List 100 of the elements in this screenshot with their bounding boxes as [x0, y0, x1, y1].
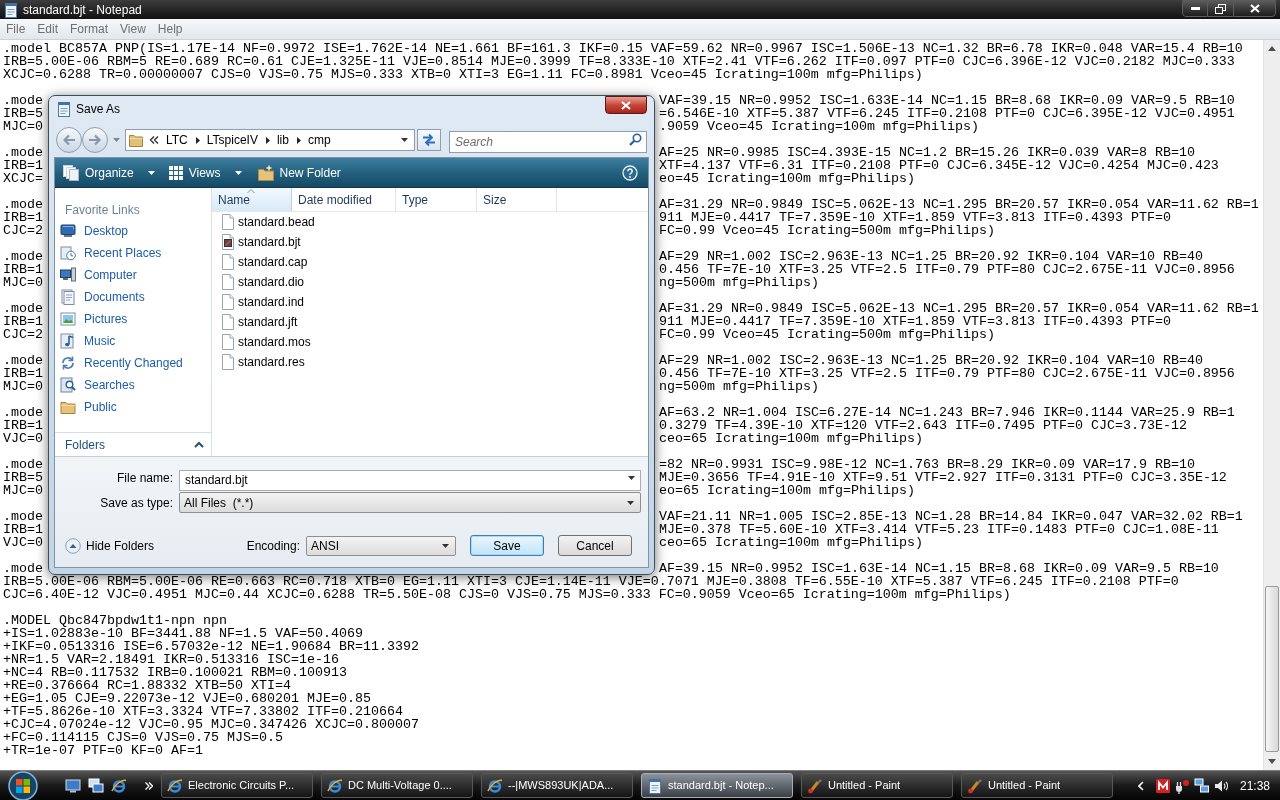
code-text: +FC=0.114115 CJS=0 VJS=0.75 MJS=0.5: [3, 731, 283, 744]
taskbar-button[interactable]: Untitled - Paint: [961, 773, 1113, 798]
help-icon[interactable]: [622, 164, 638, 181]
list-item[interactable]: standard.cap: [212, 252, 648, 272]
document-page-icon: [222, 294, 234, 310]
list-item[interactable]: standard.bjt: [212, 232, 648, 252]
scrollbar-thumb[interactable]: [1265, 586, 1279, 752]
browser-icon[interactable]: [111, 777, 127, 794]
nav-link[interactable]: Recent Places: [55, 242, 211, 264]
code-text: CJC=6.40E-12 VJC=0.4951 MJC=0.44 XCJC=0.6288 TR=5.50E-08 CJS=0 VJS=0.75 MJS=0.333 FC=0.9059 Vceo=65 Icrating=100m mfg=Philips): [3, 588, 1011, 601]
nav-link[interactable]: Pictures: [55, 308, 211, 330]
search-field[interactable]: Search: [449, 131, 647, 153]
code-text: 911 MJE=0.4417 TF=7.359E-10 XTF=1.859 VTF=3.813 ITF=0.4393 PTF=0: [659, 315, 1171, 328]
breadcrumb-arrow-icon[interactable]: [195, 136, 200, 144]
double-chevron-icon[interactable]: [149, 136, 159, 144]
nav-link[interactable]: Recently Changed: [55, 352, 211, 374]
show-desktop-icon[interactable]: [65, 777, 81, 794]
close-icon: [1249, 4, 1260, 13]
code-text: .mode: [3, 302, 43, 315]
hide-folders-button[interactable]: Hide Folders: [65, 536, 155, 555]
menu-item[interactable]: Format: [64, 21, 115, 37]
code-text: VJC=0: [3, 536, 43, 549]
list-item[interactable]: standard.ind: [212, 292, 648, 312]
code-text: AF=25 NR=0.9985 ISC=4.393E-15 NC=1.2 BR=15.26 IKR=0.039 VAR=8 RB=10: [659, 146, 1195, 159]
code-text: MJC=0: [3, 380, 43, 393]
back-button[interactable]: [56, 127, 82, 153]
encoding-dropdown[interactable]: ANSI: [306, 535, 456, 556]
close-button[interactable]: [605, 96, 647, 114]
breadcrumb-item[interactable]: lib: [276, 131, 289, 149]
code-text: AF=31.29 NR=0.9849 ISC=5.062E-13 NC=1.295 BR=20.57 IKR=0.054 VAR=11.62 RB=1: [659, 302, 1259, 315]
document-page-icon: [222, 354, 234, 370]
forward-button[interactable]: [82, 127, 108, 153]
code-text: VJC=0: [3, 432, 43, 445]
list-item[interactable]: standard.res: [212, 352, 648, 372]
window-switch-icon[interactable]: [88, 777, 104, 794]
code-text: MJE=0.378 TF=5.60E-10 XTF=3.414 VTF=5.23 ITF=0.1483 PTF=0 CJC=1.08E-11: [659, 523, 1219, 536]
code-text: ng=500m mfg=Philips): [659, 276, 819, 289]
code-text: .9059 Vceo=45 Icrating=100m mfg=Philips): [659, 120, 979, 133]
nav-link[interactable]: Desktop: [55, 220, 211, 242]
code-text: 0.3279 TF=4.39E-10 XTF=120 VTF=2.643 ITF=0.7495 PTF=0 CJC=3.73E-12: [659, 419, 1187, 432]
menu-item[interactable]: Edit: [31, 21, 65, 37]
chevron-left-icon[interactable]: [1137, 780, 1144, 791]
restore-button[interactable]: [1208, 0, 1233, 17]
breadcrumb-item[interactable]: cmp: [307, 131, 331, 149]
menu-item[interactable]: View: [114, 21, 152, 37]
column-header[interactable]: Name: [212, 188, 292, 211]
taskbar-button[interactable]: Electronic Circuits P...: [161, 773, 313, 798]
menu-item[interactable]: File: [0, 21, 32, 37]
caret-icon[interactable]: [442, 543, 449, 548]
taskbar-button[interactable]: --|MWS893UK|ADA...: [481, 773, 633, 798]
list-item[interactable]: standard.dio: [212, 272, 648, 292]
taskbar-button[interactable]: Untitled - Paint: [801, 773, 953, 798]
nav-link[interactable]: Computer: [55, 264, 211, 286]
network-icon[interactable]: [1193, 778, 1210, 793]
breadcrumb-arrow-icon[interactable]: [265, 136, 270, 144]
breadcrumb-arrow-icon[interactable]: [296, 136, 301, 144]
list-item[interactable]: standard.jft: [212, 312, 648, 332]
menu-item[interactable]: Help: [151, 21, 189, 37]
field-label: File name:: [116, 469, 173, 487]
nav-link[interactable]: Documents: [55, 286, 211, 308]
caret-icon[interactable]: [627, 500, 634, 505]
code-text: ceo=65 Icrating=100m mfg=Philips): [659, 536, 923, 549]
cycle-arrows-icon: [60, 355, 76, 371]
breadcrumb-item[interactable]: LTC: [166, 131, 188, 149]
toolbar-button[interactable]: New Folder: [253, 160, 345, 185]
code-text: IRB=1: [3, 211, 43, 224]
list-item[interactable]: standard.bead: [212, 212, 648, 232]
type-dropdown[interactable]: All Files (*.*): [179, 492, 641, 513]
code-text: MJC=0: [3, 276, 43, 289]
toolbar-button[interactable]: Views: [164, 160, 246, 185]
code-text: +NC=4 RB=0.117532 IRB=0.100021 RBM=0.100913: [3, 666, 347, 679]
code-text: +RE=0.376664 RC=1.88332 XTB=50 XTI=4: [3, 679, 291, 692]
refresh-button[interactable]: [417, 129, 441, 151]
new-folder-icon: [257, 164, 274, 181]
nav-link[interactable]: Public: [55, 396, 211, 418]
field-label: Encoding:: [246, 537, 300, 555]
app-logo-icon[interactable]: [1155, 778, 1170, 793]
notepad-icon: [647, 777, 663, 794]
picture-icon: [60, 311, 76, 327]
taskbar-button[interactable]: DC Multi-Voltage 0....: [321, 773, 473, 798]
monitor-icon: [60, 223, 76, 239]
caret-icon[interactable]: [401, 138, 408, 142]
nav-link[interactable]: Searches: [55, 374, 211, 396]
code-text: .MODEL Qbc847bpdw1t1-npn npn: [3, 614, 227, 627]
dialog-button[interactable]: Save: [470, 535, 544, 556]
minimize-button[interactable]: [1182, 0, 1208, 17]
power-plug-icon[interactable]: [1173, 777, 1190, 794]
code-text: 0.456 TF=7E-10 XTF=3.25 VTF=2.5 ITF=0.79 PTF=80 CJC=2.675E-11 VJC=0.8956: [659, 263, 1235, 276]
name-field[interactable]: standard.bjt: [179, 469, 641, 491]
toolbar-button[interactable]: Organize: [59, 160, 159, 185]
list-item[interactable]: standard.mos: [212, 332, 648, 352]
speaker-icon[interactable]: [1213, 778, 1228, 793]
dialog-button[interactable]: Cancel: [558, 535, 632, 556]
breadcrumb-item[interactable]: LTspiceIV: [206, 131, 258, 149]
restore-icon: [1215, 3, 1226, 14]
address-bar[interactable]: LTC LTspiceIV lib cmp: [125, 129, 415, 151]
taskbar-button[interactable]: standard.bjt - Notep...: [641, 773, 793, 798]
close-button[interactable]: [1233, 0, 1276, 17]
nav-link[interactable]: Music: [55, 330, 211, 352]
caret-icon[interactable]: [628, 476, 635, 480]
